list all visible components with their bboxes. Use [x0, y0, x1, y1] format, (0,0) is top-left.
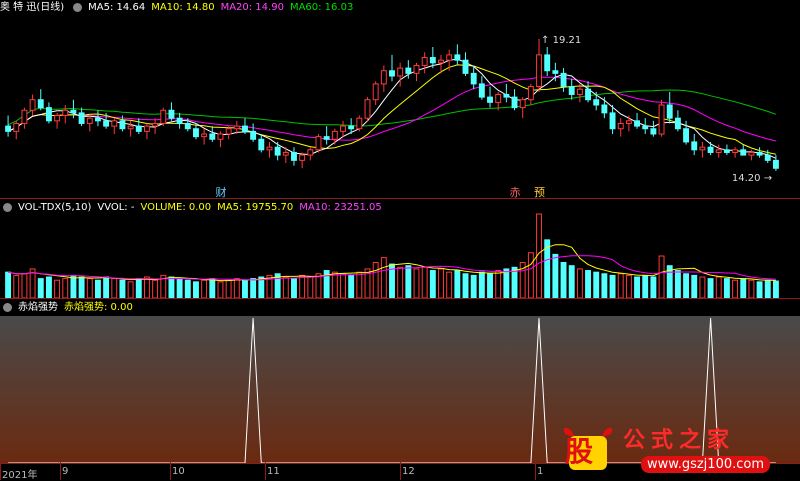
x-axis-label: 12 — [402, 466, 415, 477]
x-axis-tick — [170, 462, 171, 480]
watermark-logo-text: 股 — [565, 435, 594, 468]
x-axis-label: 10 — [172, 466, 185, 477]
x-axis-tick — [60, 462, 61, 480]
x-axis-label: 9 — [62, 466, 69, 477]
x-axis-label: 11 — [267, 466, 280, 477]
x-axis-label: 1 — [537, 466, 544, 477]
indicator-chart[interactable] — [0, 0, 800, 480]
watermark-title: 公式之家 — [623, 427, 736, 453]
watermark-url: www.gszj100.com — [641, 456, 771, 473]
x-axis-tick — [0, 462, 1, 480]
x-axis-tick — [535, 462, 536, 480]
x-axis-label: 2021年 — [2, 470, 38, 481]
watermark: 股 公式之家 www.gszj100.com — [555, 420, 800, 480]
x-axis-tick — [400, 462, 401, 480]
x-axis-tick — [265, 462, 266, 480]
